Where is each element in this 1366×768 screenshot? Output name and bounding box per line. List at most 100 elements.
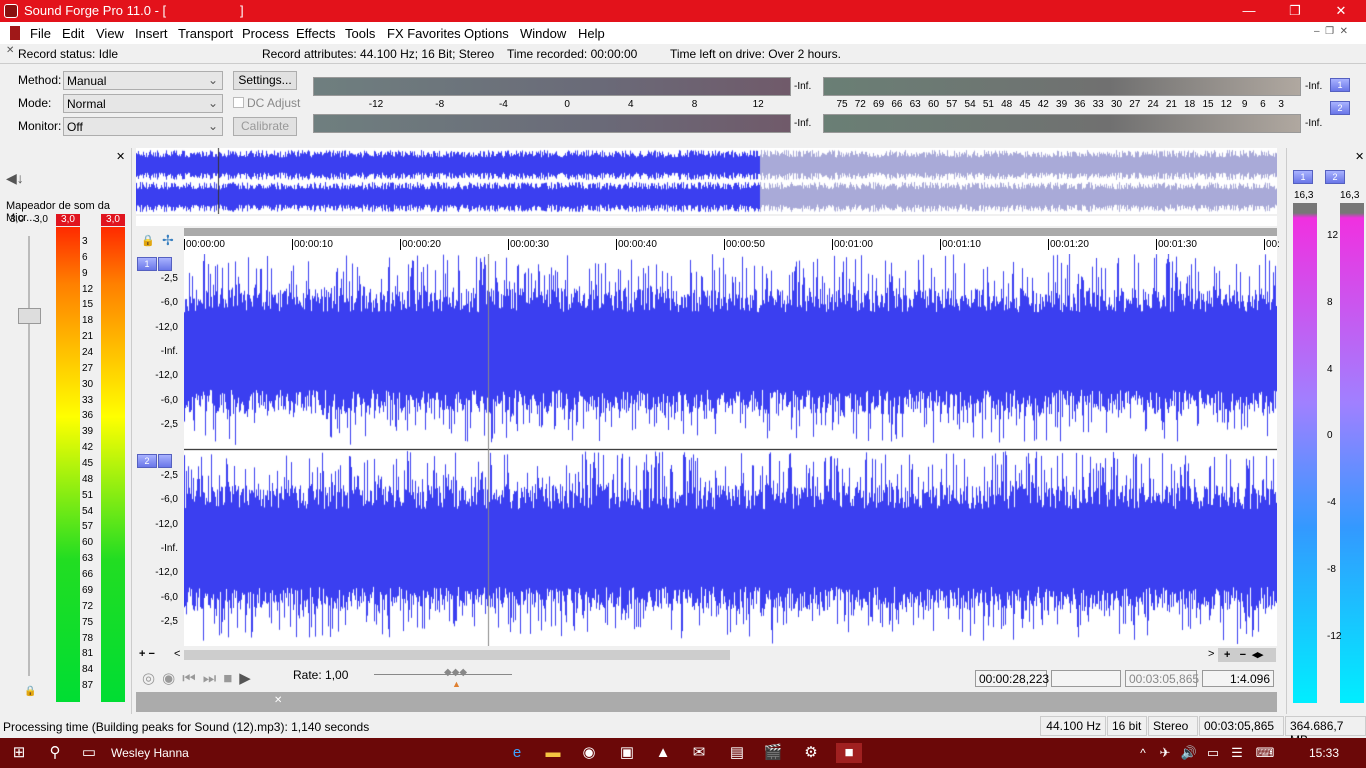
rate-slider-thumb[interactable]: ◆◆◆ [444, 667, 467, 678]
lock-icon[interactable]: 🔒 [24, 686, 36, 697]
scroll-right-icon[interactable]: > [1208, 648, 1214, 660]
battery-icon[interactable]: ▭ [1200, 743, 1226, 763]
movies-icon[interactable]: 🎬 [760, 743, 786, 763]
menu-view[interactable]: View [96, 26, 124, 41]
channel-1-minimize[interactable] [158, 257, 172, 271]
transport-buttons[interactable]: ◎◉⏮⏭■▶ [142, 669, 258, 687]
snap-icon[interactable]: ✢ [162, 232, 174, 249]
menu-tools[interactable]: Tools [345, 26, 375, 41]
edge-icon[interactable]: e [504, 743, 530, 763]
play-icon[interactable]: ▶ [239, 670, 258, 687]
horizontal-scrollbar[interactable]: + − < > + − ◂▸ [136, 648, 1277, 662]
stop-icon[interactable]: ■ [223, 670, 239, 687]
meter-value: 3,0 [10, 214, 24, 225]
record-arm-icon[interactable]: ◉ [162, 670, 182, 687]
photos-icon[interactable]: ▲ [650, 743, 676, 763]
channel-2-button[interactable]: 2 [137, 454, 157, 468]
peak-indicator[interactable]: 3,0 [101, 214, 125, 226]
speaker-icon[interactable]: ◀↓ [6, 170, 24, 187]
notifications-icon[interactable]: ☰ [1224, 743, 1250, 763]
volume-icon[interactable]: 🔊 [1176, 743, 1202, 763]
overview-waveform[interactable] [136, 148, 1277, 214]
restore-button[interactable]: ❐ [1272, 0, 1318, 22]
close-icon[interactable]: ✕ [116, 150, 125, 163]
chevron-down-icon: ⌄ [207, 119, 218, 133]
menu-insert[interactable]: Insert [135, 26, 168, 41]
method-select[interactable]: Manual ⌄ [63, 71, 223, 90]
cursor-position-field[interactable]: 00:00:28,223 [975, 670, 1049, 687]
scroll-left-icon[interactable]: < [174, 648, 180, 660]
monitor-select[interactable]: Off ⌄ [63, 117, 223, 136]
channel-1-button[interactable]: 1 [137, 257, 157, 271]
meter-scale-tick: 30 [1110, 99, 1123, 110]
media-icon[interactable]: ◉ [576, 743, 602, 763]
volume-fader[interactable] [18, 308, 41, 324]
close-icon[interactable]: ✕ [1355, 150, 1364, 163]
close-button[interactable]: ✕ [1318, 0, 1364, 22]
right-meter-panel: ✕ 1 2 16,3 16,3 12 8 4 0 -4 -8 -12 [1286, 148, 1366, 714]
settings-button[interactable]: Settings... [233, 71, 297, 90]
calibrate-button[interactable]: Calibrate [233, 117, 297, 136]
timeline-bar[interactable] [184, 228, 1277, 236]
file-explorer-icon[interactable]: ▬ [540, 743, 566, 763]
task-view-icon[interactable]: ▭ [76, 743, 102, 763]
zoom-in-button[interactable]: + − [139, 648, 155, 660]
meter-channel-1-button[interactable]: 1 [1330, 78, 1350, 92]
sound-forge-taskbar-icon[interactable]: ■ [836, 743, 862, 763]
length-field[interactable]: 00:03:05,865 [1125, 670, 1199, 687]
record-icon[interactable]: ◎ [142, 670, 162, 687]
menu-effects[interactable]: Effects [296, 26, 336, 41]
meter-channel-2-button[interactable]: 2 [1330, 101, 1350, 115]
menu-transport[interactable]: Transport [178, 26, 233, 41]
lock-icon[interactable]: 🔒 [141, 234, 155, 247]
mode-select[interactable]: Normal ⌄ [63, 94, 223, 113]
channel-2-minimize[interactable] [158, 454, 172, 468]
menu-window[interactable]: Window [520, 26, 566, 41]
minimize-button[interactable]: — [1226, 0, 1272, 22]
time-ruler[interactable]: 00:00:00 00:00:10 00:00:20 00:00:30 00:00:40… [184, 236, 1280, 254]
search-icon[interactable]: ⚲ [42, 743, 68, 763]
rate-slider[interactable] [374, 674, 512, 675]
vertical-zoom-buttons[interactable]: + − ◂▸ [1218, 648, 1276, 662]
meter-scale-tick: 0 [1327, 430, 1333, 442]
zoom-ratio-field[interactable]: 1:4.096 [1202, 670, 1274, 687]
status-channels[interactable]: Stereo [1148, 716, 1198, 736]
meter-channel-1-button[interactable]: 1 [1293, 170, 1313, 184]
scrollbar-thumb[interactable] [184, 650, 730, 660]
menu-edit[interactable]: Edit [62, 26, 84, 41]
peak-indicator[interactable]: 3,0 [56, 214, 80, 226]
fader-track [28, 236, 30, 676]
close-tab-icon[interactable]: ✕ [274, 695, 282, 706]
close-icon[interactable]: ✕ [6, 45, 14, 56]
status-bit-depth[interactable]: 16 bit [1107, 716, 1147, 736]
keyboard-icon[interactable]: ⌨ [1252, 743, 1278, 763]
doc-controls[interactable]: – ❐ ✕ [1314, 26, 1348, 37]
db-scale-label: -12,0 [155, 370, 178, 382]
db-scale-label: -2,5 [160, 418, 178, 430]
settings-icon[interactable]: ⚙ [798, 743, 824, 763]
menu-help[interactable]: Help [578, 26, 605, 41]
meter-scale-tick: 8 [1327, 296, 1333, 308]
status-sample-rate[interactable]: 44.100 Hz [1040, 716, 1106, 736]
meter-scale-tick: 75 [82, 616, 94, 628]
selection-field[interactable] [1051, 670, 1121, 687]
status-length: 00:03:05,865 [1199, 716, 1284, 736]
menu-process[interactable]: Process [242, 26, 289, 41]
airplane-icon[interactable]: ✈ [1152, 743, 1178, 763]
devices-icon[interactable]: ▤ [724, 743, 750, 763]
status-message: Processing time (Building peaks for Soun… [3, 720, 370, 734]
chevron-down-icon: ⌄ [207, 96, 218, 110]
menu-file[interactable]: File [30, 26, 51, 41]
waveform-area[interactable] [184, 254, 1277, 646]
menu-fx-favorites[interactable]: FX Favorites [387, 26, 461, 41]
mail-icon[interactable]: ✉ [686, 743, 712, 763]
meter-scale-tick: 4 [1327, 363, 1333, 375]
camera-icon[interactable]: ▣ [614, 743, 640, 763]
start-icon[interactable]: ⊞ [6, 743, 32, 763]
meter-channel-2-button[interactable]: 2 [1325, 170, 1345, 184]
go-end-icon[interactable]: ⏭ [203, 670, 224, 687]
dc-adjust-checkbox[interactable] [233, 97, 244, 108]
go-start-icon[interactable]: ⏮ [182, 670, 203, 687]
meter-scale-tick: 63 [909, 99, 921, 110]
menu-options[interactable]: Options [464, 26, 509, 41]
